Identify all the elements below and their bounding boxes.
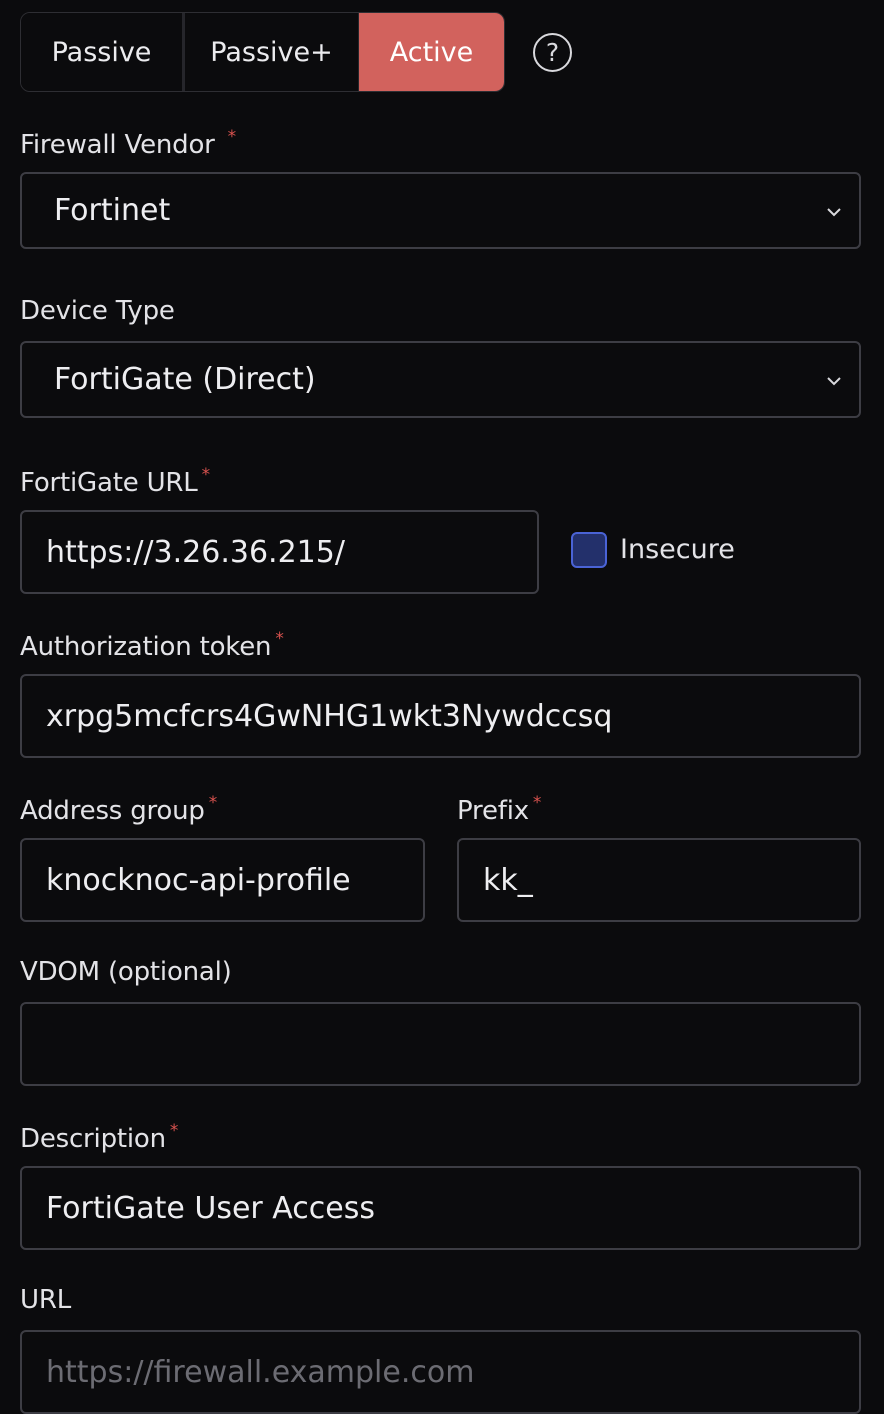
vdom-label-text: VDOM (optional) — [20, 957, 232, 987]
required-marker: * — [208, 793, 218, 813]
required-marker: * — [275, 629, 284, 649]
device-type-select-value: FortiGate (Direct) — [54, 362, 316, 397]
vdom-input[interactable] — [20, 1002, 861, 1086]
description-input[interactable]: FortiGate User Access — [20, 1166, 861, 1250]
address-group-label: Address group * — [20, 793, 217, 826]
fortigate-url-label-text: FortiGate URL — [20, 468, 198, 498]
auth-token-label-text: Authorization token — [20, 632, 272, 662]
vdom-label: VDOM (optional) — [20, 957, 232, 987]
url-placeholder: https://firewall.example.com — [46, 1354, 475, 1390]
fortigate-url-label: FortiGate URL * — [20, 465, 210, 498]
address-group-label-text: Address group — [20, 796, 205, 826]
mode-passive-button[interactable]: Passive — [21, 13, 185, 91]
url-input[interactable]: https://firewall.example.com — [20, 1330, 861, 1414]
auth-token-value: xrpg5mcfcrs4GwNHG1wkt3Nywdccsq — [46, 698, 613, 734]
vendor-select[interactable]: Fortinet — [20, 172, 861, 249]
required-marker: * — [227, 127, 237, 147]
address-group-input[interactable]: knocknoc-api-profile — [20, 838, 425, 922]
url-label: URL — [20, 1285, 71, 1315]
description-value: FortiGate User Access — [46, 1190, 375, 1226]
prefix-value: kk_ — [483, 862, 533, 898]
prefix-label: Prefix * — [457, 793, 541, 826]
vendor-label: Firewall Vendor * — [20, 127, 236, 160]
required-marker: * — [169, 1121, 179, 1141]
mode-active-button[interactable]: Active — [359, 13, 504, 91]
address-group-value: knocknoc-api-profile — [46, 862, 351, 898]
auth-token-input[interactable]: xrpg5mcfcrs4GwNHG1wkt3Nywdccsq — [20, 674, 861, 758]
auth-token-label: Authorization token * — [20, 629, 284, 662]
device-type-label: Device Type — [20, 296, 175, 326]
chevron-down-icon — [827, 207, 841, 216]
url-label-text: URL — [20, 1285, 71, 1315]
prefix-label-text: Prefix — [457, 796, 529, 826]
mode-toggle-group: Passive Passive+ Active — [20, 12, 505, 92]
required-marker: * — [201, 465, 211, 485]
fortigate-url-value: https://3.26.36.215/ — [46, 534, 345, 570]
insecure-checkbox-label[interactable]: Insecure — [620, 532, 735, 568]
chevron-down-icon — [827, 376, 841, 385]
description-label: Description * — [20, 1121, 178, 1154]
help-circle-icon[interactable]: ? — [533, 33, 572, 72]
description-label-text: Description — [20, 1124, 166, 1154]
fortigate-url-input[interactable]: https://3.26.36.215/ — [20, 510, 539, 594]
required-marker: * — [532, 793, 542, 813]
vendor-select-value: Fortinet — [54, 193, 171, 228]
device-type-select[interactable]: FortiGate (Direct) — [20, 341, 861, 418]
firewall-config-form: Passive Passive+ Active ? Firewall Vendo… — [0, 0, 884, 1414]
device-type-label-text: Device Type — [20, 296, 175, 326]
mode-passive-plus-button[interactable]: Passive+ — [185, 13, 359, 91]
vendor-label-text: Firewall Vendor — [20, 130, 215, 160]
insecure-checkbox[interactable] — [571, 532, 607, 568]
prefix-input[interactable]: kk_ — [457, 838, 861, 922]
